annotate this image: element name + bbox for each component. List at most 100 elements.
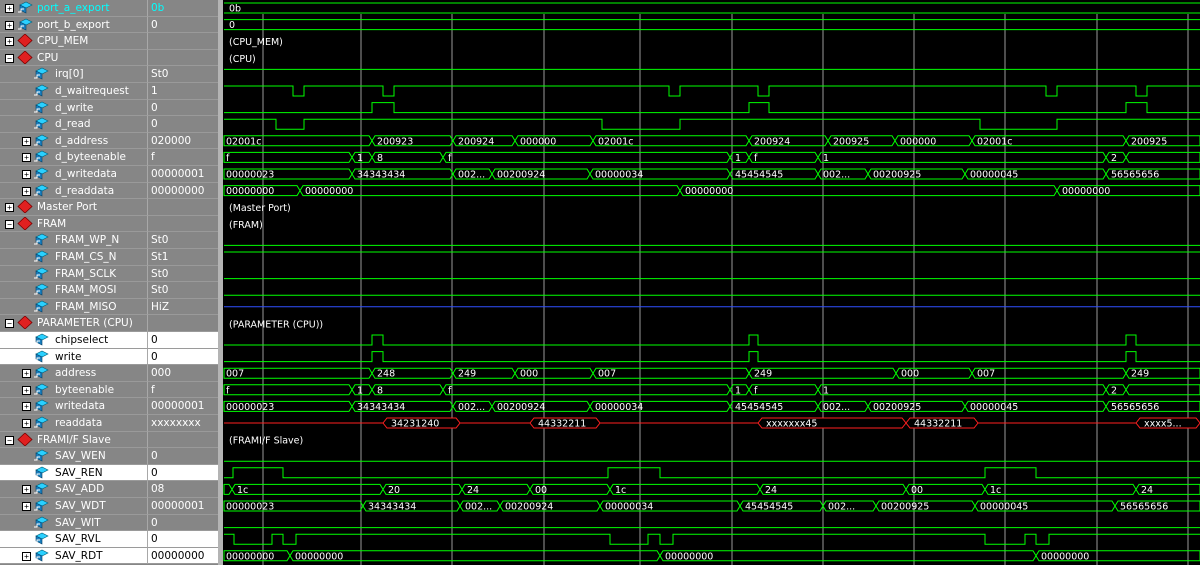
signal-value: 00000000 bbox=[147, 182, 218, 200]
signal-row-sav-wit[interactable]: SAV_WIT bbox=[0, 515, 147, 532]
signal-row-sav-ren[interactable]: SAV_REN bbox=[0, 464, 147, 482]
signal-name: SAV_RDT bbox=[55, 549, 103, 562]
signal-row-d-byteenable[interactable]: + d_byteenable bbox=[0, 149, 147, 166]
signal-row-master-port[interactable]: + Master Port bbox=[0, 199, 147, 216]
signal-row-parameter-cpu[interactable]: − PARAMETER (CPU) bbox=[0, 315, 147, 332]
signal-icon bbox=[33, 250, 49, 263]
signal-value: 00000001 bbox=[147, 166, 218, 183]
bus-value: 24 bbox=[1141, 485, 1153, 496]
expand-icon[interactable]: + bbox=[22, 419, 31, 428]
signal-row-d-read[interactable]: d_read bbox=[0, 116, 147, 133]
signal-row-d-address[interactable]: + d_address bbox=[0, 133, 147, 150]
bus-segment bbox=[817, 151, 1107, 163]
bus-value: 02001c bbox=[977, 136, 1012, 147]
bus-value: 007 bbox=[226, 369, 244, 380]
signal-trace bbox=[224, 533, 1200, 545]
collapse-icon[interactable]: − bbox=[5, 53, 14, 63]
signal-row-fram-mosi[interactable]: FRAM_MOSI bbox=[0, 282, 147, 299]
bus-value: 00200924 bbox=[505, 502, 553, 513]
signal-icon bbox=[33, 549, 49, 562]
bus-segment bbox=[223, 367, 373, 379]
bus-value: 000000 bbox=[520, 136, 556, 147]
signal-value: 0 bbox=[147, 332, 218, 349]
signal-name: SAV_ADD bbox=[55, 483, 105, 496]
bus-segment bbox=[659, 550, 1037, 562]
bus-segment bbox=[748, 384, 819, 396]
signal-row-readdata[interactable]: + readdata bbox=[0, 415, 147, 432]
expand-icon[interactable]: + bbox=[5, 20, 14, 30]
expand-icon[interactable]: + bbox=[22, 136, 31, 146]
expand-icon[interactable]: + bbox=[22, 153, 31, 163]
signal-row-writedata[interactable]: + writedata bbox=[0, 398, 147, 415]
signal-row-fram-wp-n[interactable]: FRAM_WP_N bbox=[0, 232, 147, 249]
bus-value: 00200925 bbox=[873, 170, 921, 181]
signal-row-sav-rdt[interactable]: + SAV_RDT bbox=[0, 547, 147, 565]
bus-value: 002... bbox=[828, 502, 855, 513]
bus-value: 1 bbox=[357, 385, 363, 396]
collapse-icon[interactable]: − bbox=[5, 435, 14, 445]
signal-name: address bbox=[55, 367, 97, 380]
signal-row-fram-miso[interactable]: FRAM_MISO bbox=[0, 299, 147, 316]
signal-row-cpu[interactable]: − CPU bbox=[0, 50, 147, 67]
expand-icon[interactable]: + bbox=[22, 385, 31, 395]
signal-name: d_address bbox=[55, 134, 109, 147]
waveform-canvas[interactable]: (CPU_MEM) (CPU) (Master Port) (FRAM) (PARAME… bbox=[223, 0, 1200, 565]
signal-value: 0 bbox=[147, 348, 218, 366]
signal-row-sav-wen[interactable]: SAV_WEN bbox=[0, 448, 147, 465]
bus-value: 00000034 bbox=[595, 402, 643, 413]
signal-row-fram-cs-n[interactable]: FRAM_CS_N bbox=[0, 249, 147, 266]
signal-row-cpu-mem[interactable]: + CPU_MEM bbox=[0, 33, 147, 50]
expand-icon[interactable]: + bbox=[22, 551, 31, 561]
signal-value: 00000000 bbox=[147, 547, 218, 565]
signal-name: CPU_MEM bbox=[37, 35, 89, 48]
signal-icon bbox=[33, 449, 49, 462]
signal-value-panel: 0b 0 St0 1 0 0 020000 f 00000001 00000000 St0 St1 St… bbox=[147, 0, 218, 565]
signal-name: SAV_RVL bbox=[55, 533, 101, 546]
signal-row-frami-f-slave[interactable]: − FRAMI/F Slave bbox=[0, 432, 147, 449]
expand-icon[interactable]: + bbox=[22, 402, 31, 412]
bus-value: 1c bbox=[615, 485, 626, 496]
signal-icon bbox=[33, 167, 49, 180]
bus-value: 00000000 bbox=[295, 551, 343, 562]
signal-row-d-readdata[interactable]: + d_readdata bbox=[0, 183, 147, 200]
waveform-panel[interactable]: (CPU_MEM) (CPU) (Master Port) (FRAM) (PARAME… bbox=[223, 0, 1200, 565]
expand-icon[interactable]: + bbox=[22, 170, 31, 179]
expand-icon[interactable]: + bbox=[22, 502, 31, 511]
signal-row-port-b-export[interactable]: + port_b_export bbox=[0, 17, 147, 34]
signal-row-d-writedata[interactable]: + d_writedata bbox=[0, 166, 147, 183]
signal-row-fram[interactable]: − FRAM bbox=[0, 216, 147, 233]
signal-name: Master Port bbox=[37, 201, 98, 214]
signal-row-sav-add[interactable]: + SAV_ADD bbox=[0, 481, 147, 498]
expand-icon[interactable]: + bbox=[5, 4, 14, 13]
signal-icon bbox=[33, 101, 49, 114]
signal-row-chipselect[interactable]: chipselect bbox=[0, 332, 147, 349]
signal-name: SAV_WIT bbox=[55, 516, 101, 529]
signal-row-sav-rvl[interactable]: SAV_RVL bbox=[0, 531, 147, 548]
collapse-icon[interactable]: − bbox=[5, 219, 14, 229]
bus-value: 00000000 bbox=[685, 186, 733, 197]
expand-icon[interactable]: + bbox=[22, 485, 31, 495]
collapse-icon[interactable]: − bbox=[5, 319, 14, 329]
signal-row-d-write[interactable]: d_write bbox=[0, 100, 147, 117]
signal-row-write[interactable]: write bbox=[0, 348, 147, 366]
signal-row-fram-sclk[interactable]: FRAM_SCLK bbox=[0, 266, 147, 283]
bus-segment bbox=[223, 151, 353, 163]
signal-row-sav-wdt[interactable]: + SAV_WDT bbox=[0, 498, 147, 515]
bus-value: 24 bbox=[467, 485, 479, 496]
signal-row-byteenable[interactable]: + byteenable bbox=[0, 382, 147, 399]
signal-value: 1 bbox=[147, 83, 218, 100]
signal-row-d-waitrequest[interactable]: d_waitrequest bbox=[0, 83, 147, 100]
bus-value: 00200925 bbox=[881, 502, 929, 513]
bus-value: 34343434 bbox=[368, 502, 416, 513]
signal-value bbox=[147, 315, 218, 332]
signal-row-irq-0[interactable]: irq[0] bbox=[0, 66, 147, 83]
expand-icon[interactable]: + bbox=[5, 203, 14, 213]
expand-icon[interactable]: + bbox=[5, 37, 14, 47]
signal-row-port-a-export[interactable]: + port_a_export bbox=[0, 0, 147, 17]
signal-row-address[interactable]: + address bbox=[0, 365, 147, 382]
expand-icon[interactable]: + bbox=[22, 369, 31, 379]
signal-icon bbox=[33, 67, 49, 80]
expand-icon[interactable]: + bbox=[22, 186, 31, 196]
bus-value: 1c bbox=[990, 485, 1001, 496]
signal-value: HiZ bbox=[147, 298, 218, 316]
